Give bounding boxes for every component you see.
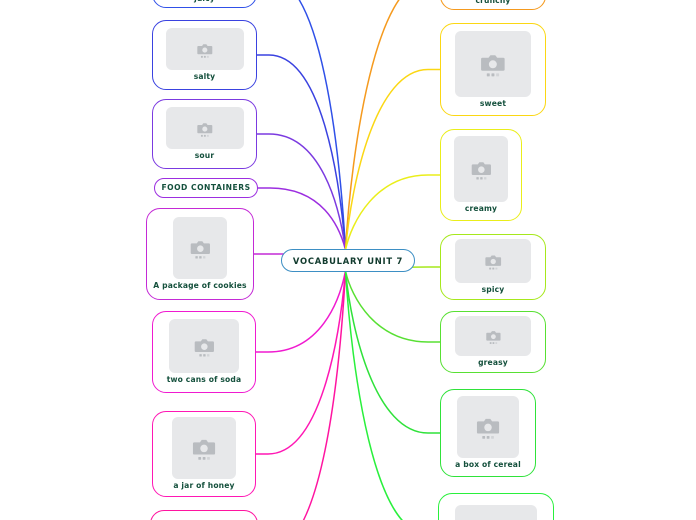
- node-label: a box of cereal: [455, 460, 521, 470]
- edge-jar-of-honey: [255, 270, 347, 455]
- node-thumbnail: [454, 136, 508, 203]
- node-label: greasy: [478, 358, 508, 368]
- mindmap-canvas[interactable]: juicy salty sour FOOD CONTAINERS A package o…: [0, 0, 696, 520]
- node-label: juicy: [194, 0, 215, 4]
- node-food-containers[interactable]: FOOD CONTAINERS: [154, 178, 258, 198]
- node-thumbnail: [165, 28, 244, 71]
- edge-box-of-cereal: [344, 270, 441, 434]
- image-placeholder-icon: [485, 331, 501, 344]
- image-placeholder-icon: [190, 241, 210, 259]
- node-thumbnail: [455, 316, 531, 357]
- node-bottom-right-partial[interactable]: [438, 493, 554, 520]
- image-placeholder-icon: [481, 55, 505, 77]
- edge-crunchy: [344, 0, 400, 251]
- node-creamy[interactable]: creamy: [440, 129, 522, 221]
- node-thumbnail: [457, 396, 519, 459]
- image-placeholder-icon: [192, 440, 216, 461]
- node-label: A package of cookies: [153, 281, 247, 291]
- edge-sour: [256, 133, 347, 251]
- node-thumbnail: [165, 107, 244, 150]
- edge-creamy: [344, 174, 441, 251]
- image-placeholder-icon: [194, 339, 214, 357]
- image-placeholder-icon: [476, 419, 500, 440]
- node-salty[interactable]: salty: [152, 20, 257, 90]
- node-crunchy[interactable]: crunchy: [440, 0, 546, 10]
- node-box-of-cereal[interactable]: a box of cereal: [440, 389, 536, 477]
- node-two-cans-of-soda[interactable]: two cans of soda: [152, 311, 256, 393]
- edge-two-cans-of-soda: [255, 270, 347, 353]
- node-package-of-cookies[interactable]: A package of cookies: [146, 208, 254, 300]
- node-sour[interactable]: sour: [152, 99, 257, 169]
- node-spicy[interactable]: spicy: [440, 234, 546, 300]
- node-label: two cans of soda: [166, 375, 242, 385]
- central-node-label: VOCABULARY UNIT 7: [292, 255, 404, 266]
- node-thumbnail: [169, 319, 239, 374]
- node-label: creamy: [464, 204, 498, 214]
- edge-sweet: [344, 68, 441, 251]
- edge-greasy: [344, 270, 441, 343]
- node-label: FOOD CONTAINERS: [161, 182, 251, 192]
- node-label: sour: [194, 151, 215, 161]
- node-thumbnail: [455, 239, 531, 284]
- edge-food-containers: [257, 187, 347, 251]
- node-thumbnail: [455, 505, 537, 520]
- node-greasy[interactable]: greasy: [440, 311, 546, 373]
- image-placeholder-icon: [471, 162, 491, 180]
- node-thumbnail: [172, 417, 236, 480]
- node-jar-of-honey[interactable]: a jar of honey: [152, 411, 256, 497]
- node-label: a jar of honey: [173, 481, 235, 491]
- node-bottom-left-partial[interactable]: [150, 510, 258, 520]
- image-placeholder-icon: [485, 255, 501, 270]
- node-label: sweet: [479, 98, 507, 108]
- edge-juicy: [298, 0, 347, 251]
- image-placeholder-icon: [197, 122, 212, 137]
- node-thumbnail: [455, 30, 531, 97]
- node-label: crunchy: [475, 0, 511, 6]
- edge-salty: [256, 54, 347, 251]
- node-sweet[interactable]: sweet: [440, 23, 546, 116]
- edge-bottom-right-partial: [344, 270, 403, 520]
- central-node[interactable]: VOCABULARY UNIT 7: [281, 249, 415, 272]
- node-label: salty: [193, 72, 216, 82]
- image-placeholder-icon: [197, 43, 212, 58]
- node-juicy[interactable]: juicy: [152, 0, 257, 8]
- edge-bottom-left-partial: [302, 270, 347, 520]
- node-thumbnail: [173, 217, 227, 280]
- node-label: spicy: [481, 285, 505, 295]
